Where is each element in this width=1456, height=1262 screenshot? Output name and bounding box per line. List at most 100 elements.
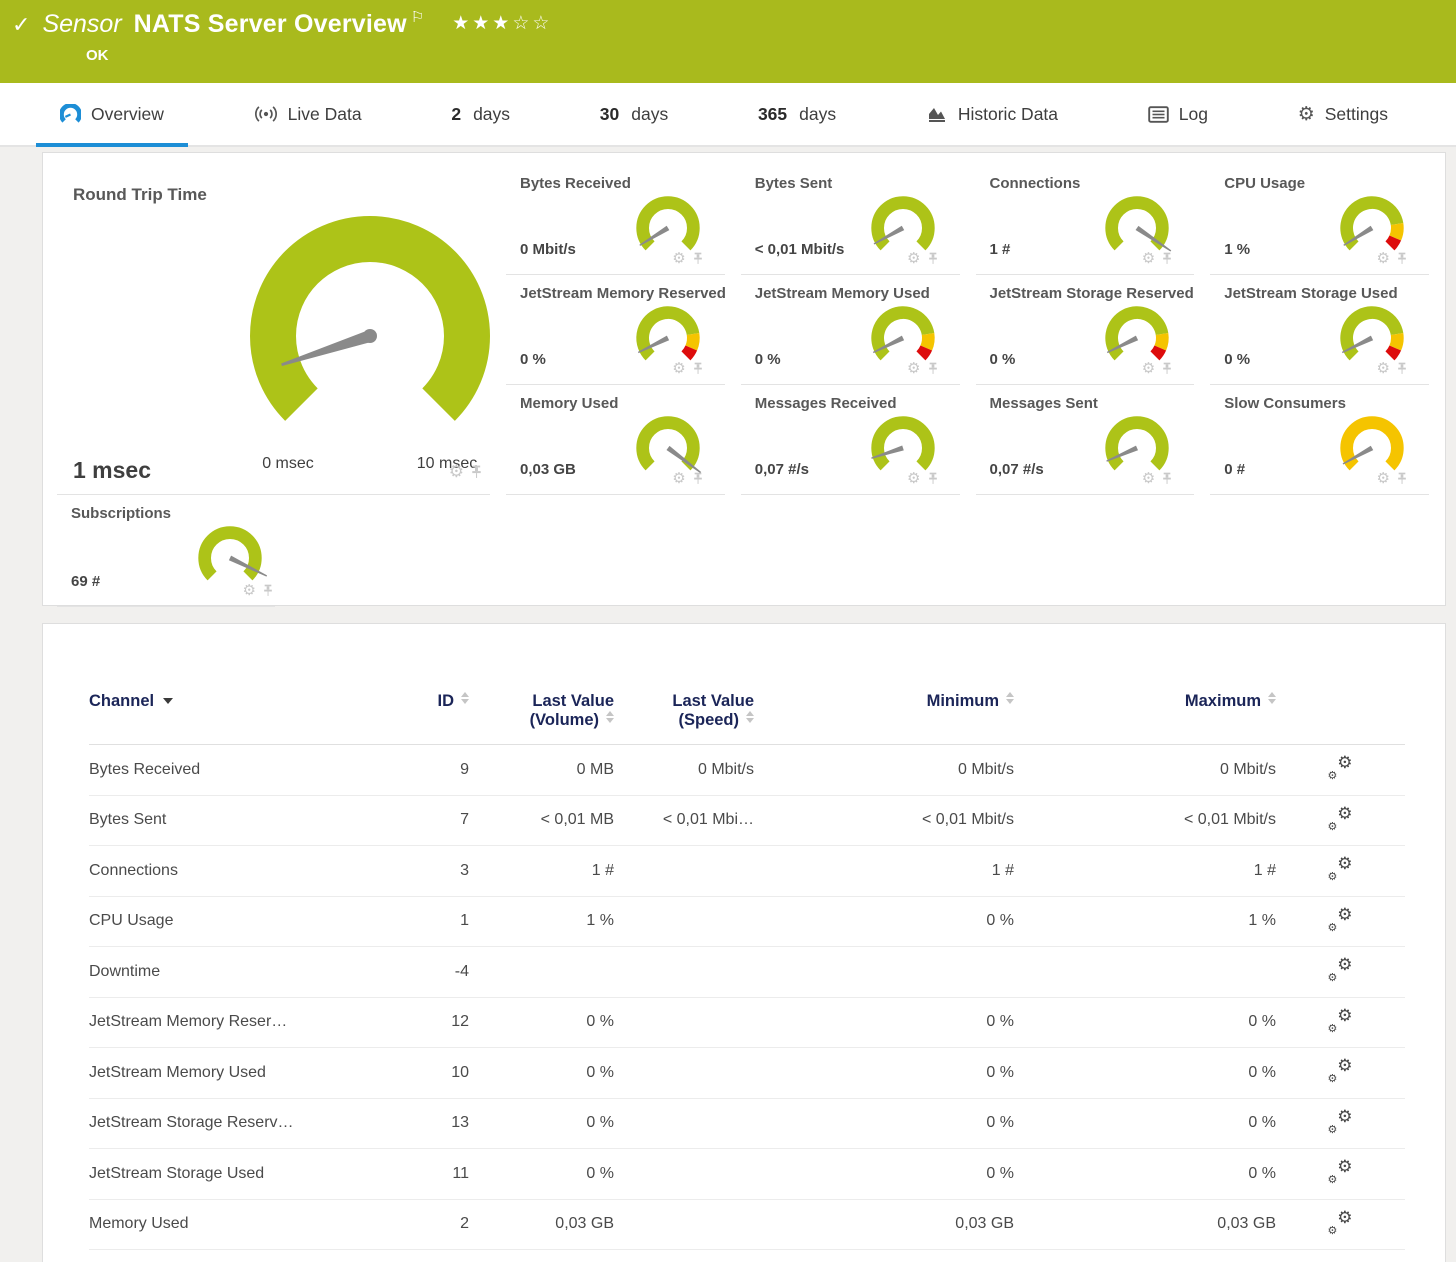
channel-row-connections[interactable]: Connections31 #1 #1 #⚙⚙ [89,846,1405,897]
cell-ch: Bytes Received [89,761,379,779]
column-header-last-volume[interactable]: Last Value (Volume) [469,692,614,730]
cell-min: 0 % [754,1064,1014,1082]
gauge-settings-gear-icon[interactable]: ⚙ [672,251,685,266]
cell-id: -4 [379,963,469,981]
channel-settings-gear-icon[interactable]: ⚙⚙ [1329,958,1353,980]
tab-settings[interactable]: ⚙ Settings [1274,83,1412,145]
channel-settings-gear-icon[interactable]: ⚙⚙ [1329,807,1353,829]
gauge-settings-gear-icon[interactable]: ⚙ [1142,251,1155,266]
cell-min: < 0,01 Mbit/s [754,811,1014,829]
cell-lv: 0 % [469,1064,614,1082]
cell-max: 0 Mbit/s [1014,761,1276,779]
cell-id: 1 [379,912,469,930]
tab-live-data[interactable]: Live Data [230,83,386,145]
channels-table-panel: Channel ID Last Value (Volume) Last Valu… [42,623,1446,1262]
cell-id: 7 [379,811,469,829]
gauge-panel-slow-consumers: Slow Consumers0 #⚙ [1210,385,1429,495]
pin-icon[interactable] [928,362,938,375]
channel-settings-gear-icon[interactable]: ⚙⚙ [1329,908,1353,930]
channel-row-jetstream-storage-used[interactable]: JetStream Storage Used110 %0 %0 %⚙⚙ [89,1149,1405,1200]
cell-id: 3 [379,862,469,880]
pin-icon[interactable] [263,584,273,597]
cell-ch: JetStream Memory Reser… [89,1013,379,1031]
tab-overview[interactable]: Overview [36,83,188,145]
gauge-settings-gear-icon[interactable]: ⚙ [672,471,685,486]
flag-icon[interactable]: ⚐ [411,8,424,26]
channel-settings-gear-icon[interactable]: ⚙⚙ [1329,1110,1353,1132]
gauge-settings-gear-icon[interactable]: ⚙ [672,361,685,376]
cell-ch: Memory Used [89,1215,379,1233]
pin-icon[interactable] [1397,472,1407,485]
gauge-settings-gear-icon[interactable]: ⚙ [907,361,920,376]
channel-row-downtime[interactable]: Downtime-4⚙⚙ [89,947,1405,998]
cell-min: 0 Mbit/s [754,761,1014,779]
gauge-settings-gear-icon[interactable]: ⚙ [1377,361,1390,376]
cell-lv: 0 % [469,1114,614,1132]
pin-icon[interactable] [1162,472,1172,485]
tab-30-days[interactable]: 30 days [576,83,692,145]
channel-settings-gear-icon[interactable]: ⚙⚙ [1329,1211,1353,1233]
cell-lv: 0,03 GB [469,1215,614,1233]
gauge-panel-memory-used: Memory Used0,03 GB⚙ [506,385,725,495]
channel-row-bytes-received[interactable]: Bytes Received90 MB0 Mbit/s0 Mbit/s0 Mbi… [89,745,1405,796]
tab-log[interactable]: Log [1124,83,1232,145]
gauge-value: 0,03 GB [520,461,576,478]
channel-row-cpu-usage[interactable]: CPU Usage11 %0 %1 %⚙⚙ [89,897,1405,948]
channel-row-jetstream-memory-used[interactable]: JetStream Memory Used100 %0 %0 %⚙⚙ [89,1048,1405,1099]
cell-id: 12 [379,1013,469,1031]
gauge-settings-gear-icon[interactable]: ⚙ [1377,251,1390,266]
cell-max: 0,03 GB [1014,1215,1276,1233]
channel-settings-gear-icon[interactable]: ⚙⚙ [1329,1160,1353,1182]
cell-ch: CPU Usage [89,912,379,930]
gauge-panel-jetstream-memory-reserved: JetStream Memory Reserved0 %⚙ [506,275,725,385]
pin-icon[interactable] [693,252,703,265]
pin-icon[interactable] [693,472,703,485]
channel-settings-gear-icon[interactable]: ⚙⚙ [1329,1059,1353,1081]
priority-stars[interactable]: ★★★☆☆ [452,12,552,35]
pin-icon[interactable] [1162,252,1172,265]
pin-icon[interactable] [471,465,482,479]
pin-icon[interactable] [928,252,938,265]
column-header-id[interactable]: ID [379,692,469,711]
channel-settings-gear-icon[interactable]: ⚙⚙ [1329,1009,1353,1031]
cell-id: 13 [379,1114,469,1132]
gauge-settings-gear-icon[interactable]: ⚙ [243,583,256,598]
pin-icon[interactable] [1162,362,1172,375]
cell-ls: 0 Mbit/s [614,761,754,779]
gauge-value: 0,07 #/s [990,461,1044,478]
tab-historic-data[interactable]: Historic Data [902,83,1082,145]
column-header-minimum[interactable]: Minimum [754,692,1014,711]
gauge-settings-gear-icon[interactable]: ⚙ [1377,471,1390,486]
gauge-settings-gear-icon[interactable]: ⚙ [907,251,920,266]
cell-max: 0 % [1014,1064,1276,1082]
cell-ch: JetStream Storage Reserv… [89,1114,379,1132]
gauge-settings-gear-icon[interactable]: ⚙ [449,463,464,480]
sort-icon [1268,692,1276,704]
channel-settings-gear-icon[interactable]: ⚙⚙ [1329,857,1353,879]
cell-id: 9 [379,761,469,779]
channel-settings-gear-icon[interactable]: ⚙⚙ [1329,756,1353,778]
pin-icon[interactable] [693,362,703,375]
gauge-title: Subscriptions [71,505,171,522]
gauge-panel-jetstream-memory-used: JetStream Memory Used0 %⚙ [741,275,960,385]
gauge-settings-gear-icon[interactable]: ⚙ [1142,361,1155,376]
gauge-panel-bytes-sent: Bytes Sent< 0,01 Mbit/s⚙ [741,165,960,275]
column-header-last-speed[interactable]: Last Value (Speed) [614,692,754,730]
channel-row-jetstream-memory-reser-[interactable]: JetStream Memory Reser…120 %0 %0 %⚙⚙ [89,998,1405,1049]
sensor-title: NATS Server Overview [134,10,407,39]
column-header-channel[interactable]: Channel [89,692,379,711]
gauge-settings-gear-icon[interactable]: ⚙ [907,471,920,486]
tab-365-days[interactable]: 365 days [734,83,860,145]
cell-max: 0 % [1014,1165,1276,1183]
column-header-maximum[interactable]: Maximum [1014,692,1276,711]
pin-icon[interactable] [1397,362,1407,375]
channel-row-bytes-sent[interactable]: Bytes Sent7< 0,01 MB< 0,01 Mbi…< 0,01 Mb… [89,796,1405,847]
pin-icon[interactable] [928,472,938,485]
gauge-settings-gear-icon[interactable]: ⚙ [1142,471,1155,486]
channel-row-jetstream-storage-reserv-[interactable]: JetStream Storage Reserv…130 %0 %0 %⚙⚙ [89,1099,1405,1150]
pin-icon[interactable] [1397,252,1407,265]
tab-2-days[interactable]: 2 days [427,83,534,145]
channel-row-memory-used[interactable]: Memory Used20,03 GB0,03 GB0,03 GB⚙⚙ [89,1200,1405,1251]
page-content: Round Trip Time 0 msec 10 msec 1 msec ⚙ … [0,147,1456,1262]
cell-ch: Bytes Sent [89,811,379,829]
